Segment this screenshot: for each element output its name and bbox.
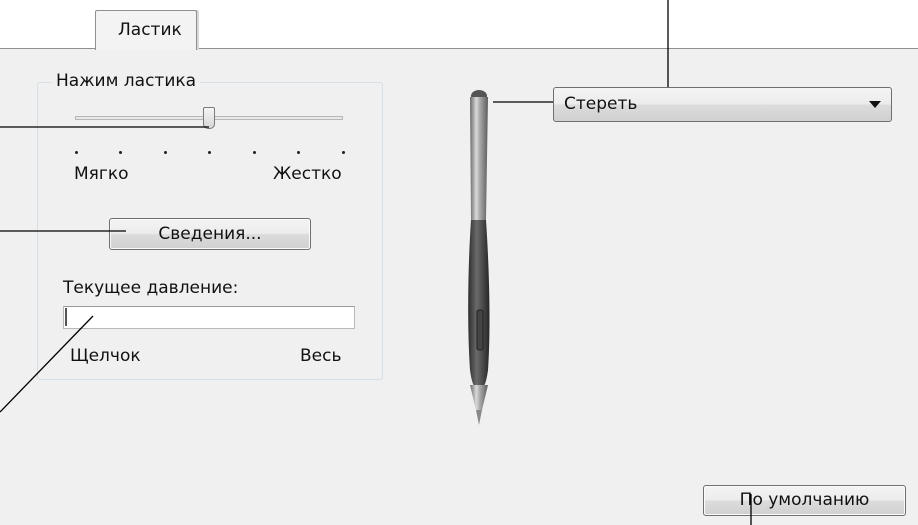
tab-label: Ластик [118, 20, 182, 40]
slider-tick [253, 151, 256, 154]
eraser-function-value: Стереть [564, 94, 638, 114]
eraser-function-dropdown[interactable]: Стереть [553, 87, 892, 122]
slider-tick [208, 151, 211, 154]
slider-tick [164, 151, 167, 154]
chevron-down-icon [869, 101, 881, 108]
eraser-feel-title: Нажим ластика [52, 71, 201, 91]
current-pressure-label: Текущее давление: [63, 278, 239, 298]
slider-tick [75, 151, 78, 154]
slider-tick [119, 151, 122, 154]
details-button[interactable]: Сведения... [109, 218, 311, 250]
slider-max-label: Жестко [273, 164, 342, 184]
slider-tick [297, 151, 300, 154]
slider-tick [342, 151, 345, 154]
default-button[interactable]: По умолчанию [703, 485, 906, 516]
slider-min-label: Мягко [74, 164, 129, 184]
tab-eraser[interactable]: Ластик [95, 10, 197, 50]
current-pressure-meter [63, 306, 355, 329]
pen-illustration [468, 90, 490, 425]
pressure-min-label: Щелчок [70, 346, 141, 366]
side-switch [476, 309, 484, 351]
pressure-max-label: Весь [300, 346, 342, 366]
eraser-feel-slider-thumb[interactable] [203, 107, 215, 129]
